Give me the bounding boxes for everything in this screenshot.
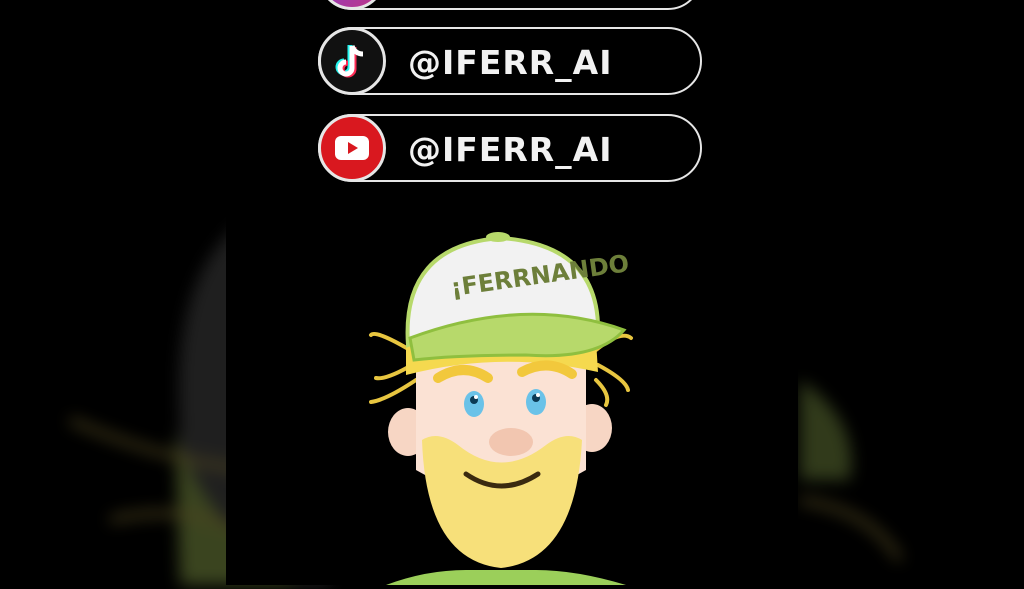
cartoon-character: ¡FERRNANDO (369, 232, 633, 585)
video-frame: @IFERR_AI @IFERR_AI ¡FERRNANDO (226, 0, 798, 585)
